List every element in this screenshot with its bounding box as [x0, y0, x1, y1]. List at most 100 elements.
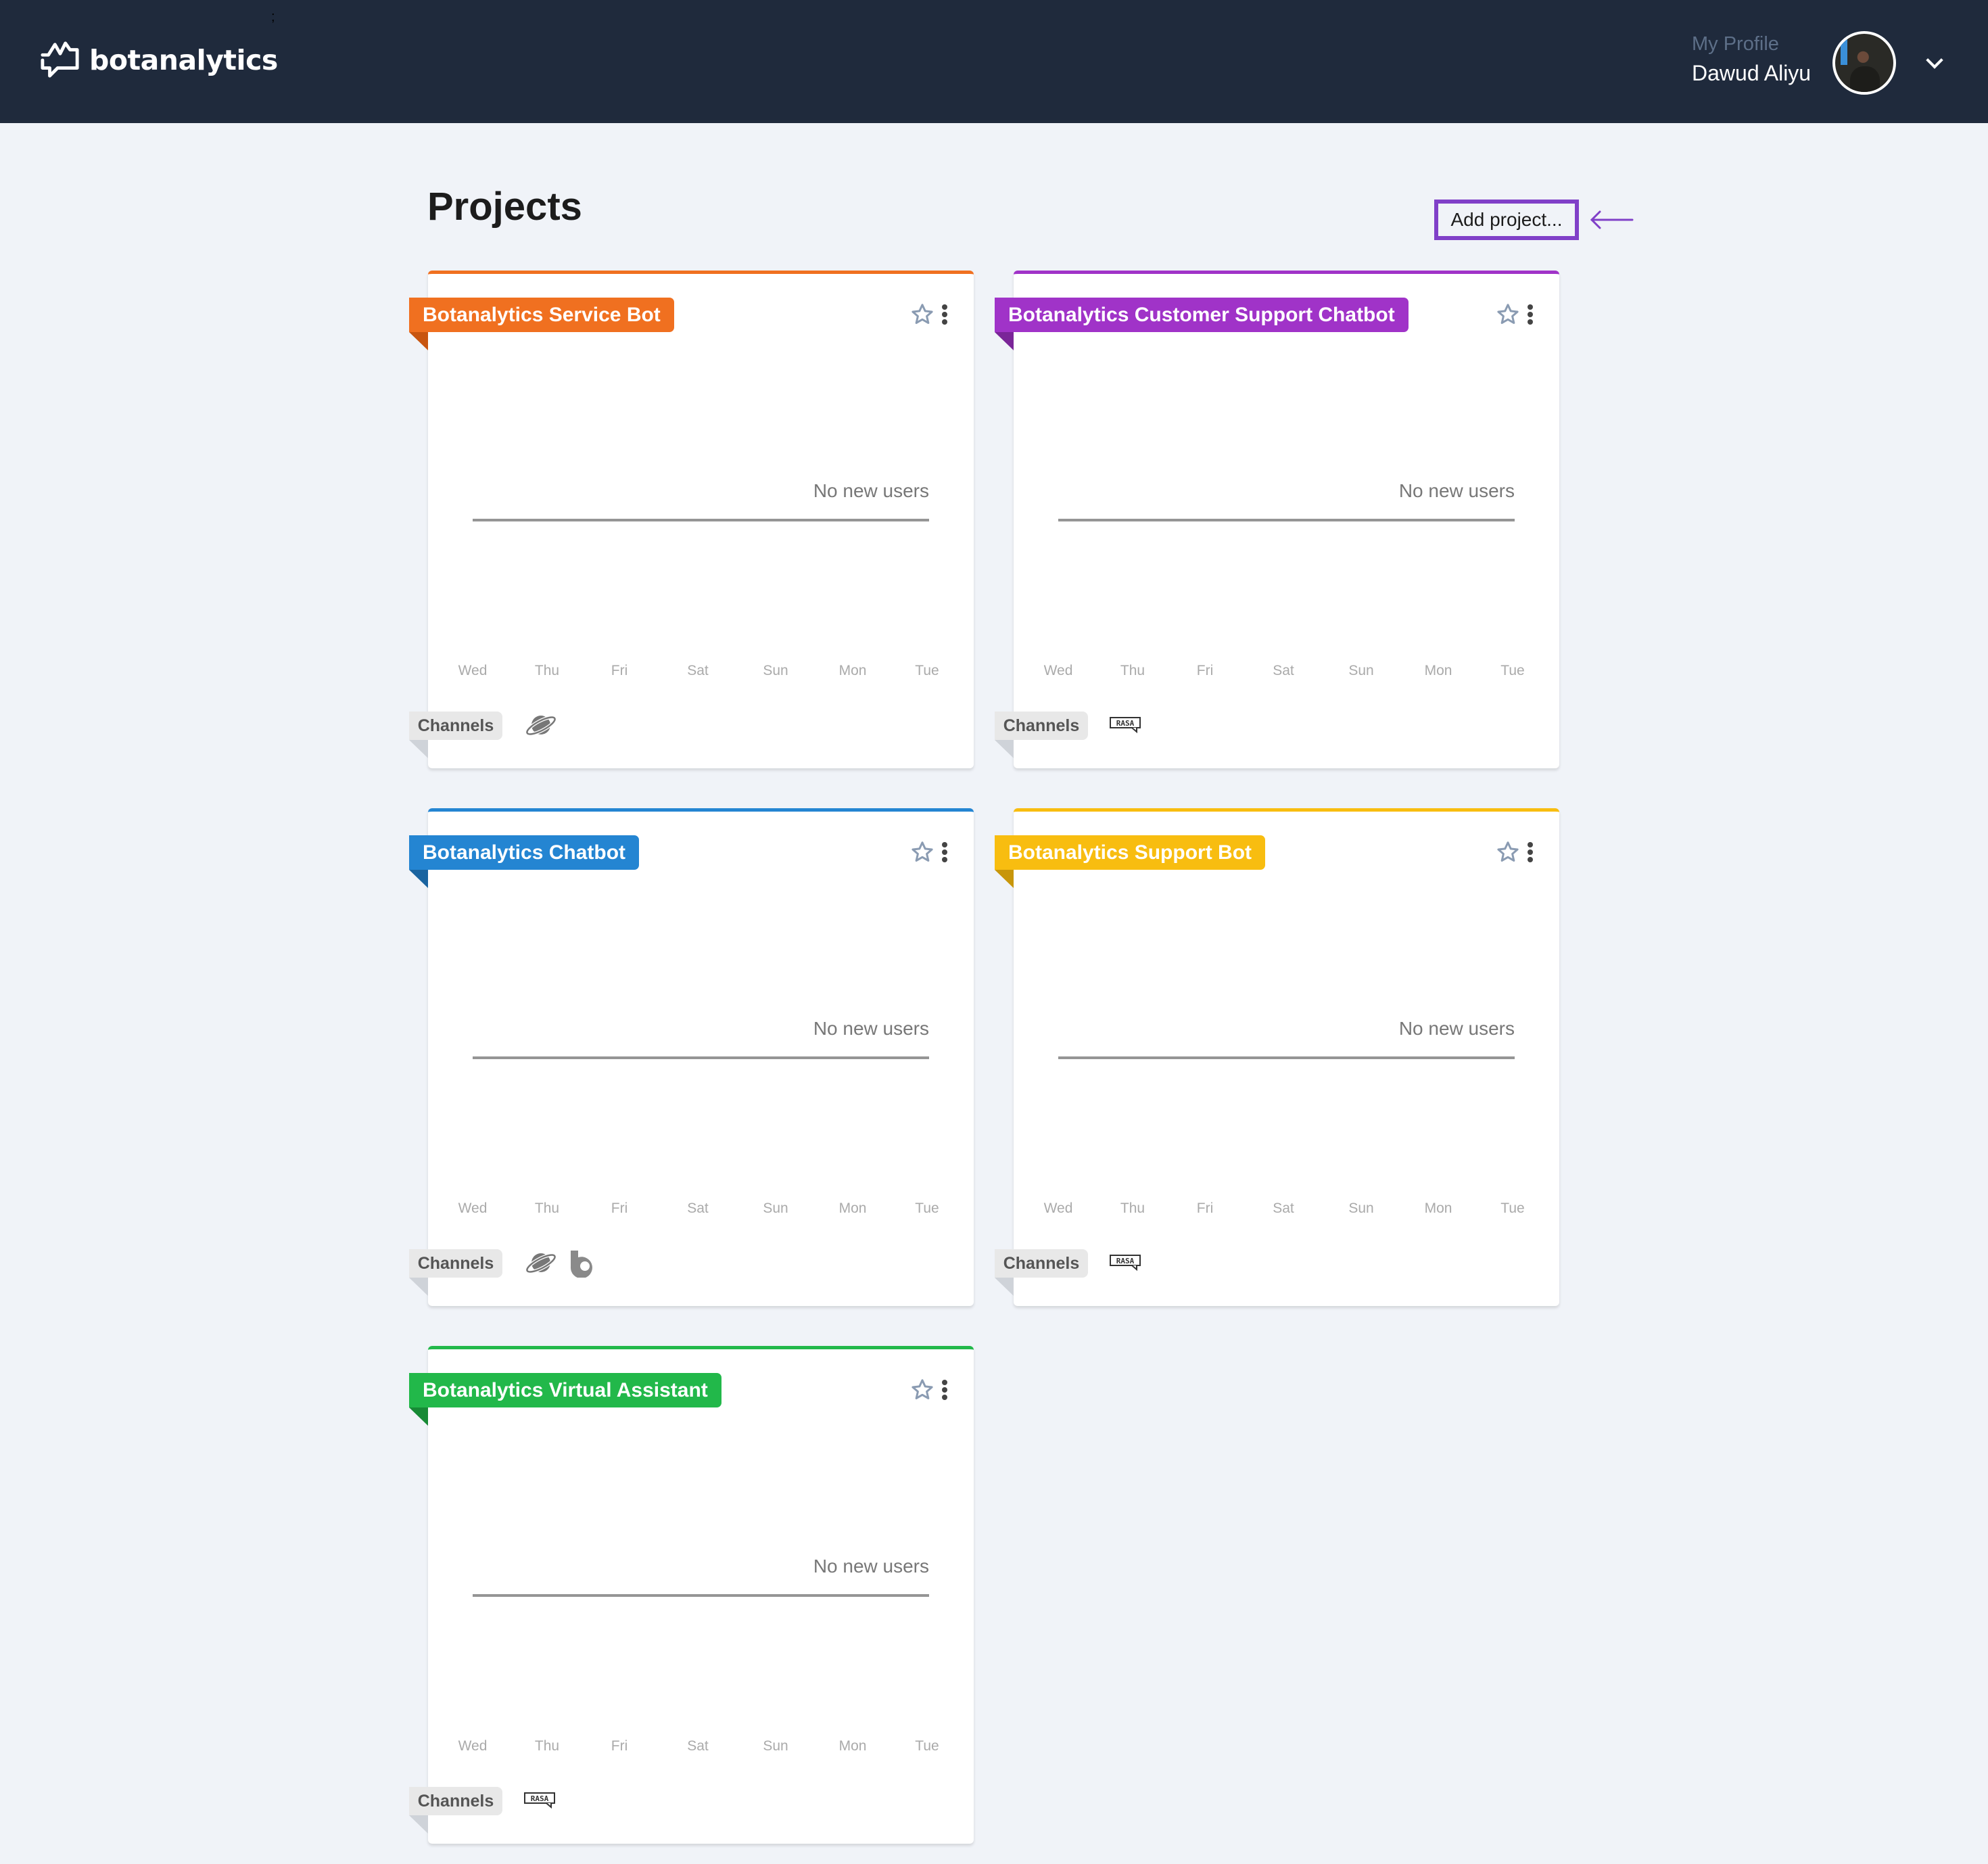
x-tick-label: Thu — [1120, 663, 1145, 678]
planet-icon — [524, 1249, 558, 1280]
project-card[interactable]: Botanalytics Virtual Assistant No new us… — [409, 1346, 974, 1844]
add-project-button[interactable]: Add project... — [1434, 200, 1579, 240]
ribbon-fold — [995, 870, 1014, 888]
rasa-icon: RASA — [1110, 716, 1141, 737]
x-tick-label: Sat — [687, 663, 709, 678]
channels-label: Channels — [995, 712, 1088, 740]
x-tick-label: Mon — [1424, 1201, 1452, 1216]
empty-chart-message: No new users — [813, 1556, 929, 1577]
project-card[interactable]: Botanalytics Service Bot No new users We… — [409, 271, 974, 768]
chart-x-axis: Wed Thu Fri Sat Sun Mon Tue — [1014, 663, 1559, 683]
project-card[interactable]: Botanalytics Customer Support Chatbot No… — [995, 271, 1559, 768]
x-tick-label: Wed — [458, 1738, 488, 1754]
project-title[interactable]: Botanalytics Chatbot — [409, 835, 640, 870]
x-tick-label: Mon — [838, 1201, 867, 1216]
x-tick-label: Sat — [687, 1738, 709, 1754]
ribbon-fold — [409, 1407, 428, 1426]
star-icon[interactable] — [1496, 302, 1520, 327]
x-tick-label: Fri — [611, 663, 628, 678]
star-icon[interactable] — [1496, 840, 1520, 864]
svg-text:RASA: RASA — [1116, 719, 1135, 728]
x-tick-label: Sun — [1348, 1201, 1374, 1216]
x-tick-label: Sun — [763, 663, 788, 678]
top-nav-bar: botanalytics ; My Profile Dawud Aliyu — [0, 0, 1988, 123]
x-tick-label: Sat — [687, 1201, 709, 1216]
star-icon[interactable] — [910, 1378, 934, 1402]
x-tick-label: Sun — [763, 1201, 788, 1216]
ribbon-fold — [409, 332, 428, 350]
brand-logo[interactable]: botanalytics — [41, 39, 278, 81]
profile-menu[interactable]: My Profile Dawud Aliyu — [1692, 32, 1811, 88]
x-tick-label: Fri — [611, 1201, 628, 1216]
x-tick-label: Wed — [1043, 1201, 1073, 1216]
channel-icons: RASA — [1110, 712, 1141, 741]
chart-x-axis: Wed Thu Fri Sat Sun Mon Tue — [428, 663, 974, 683]
project-title[interactable]: Botanalytics Virtual Assistant — [409, 1373, 721, 1407]
x-tick-label: Wed — [458, 1201, 488, 1216]
empty-chart-message: No new users — [813, 480, 929, 501]
planet-icon — [524, 712, 558, 742]
project-card[interactable]: Botanalytics Support Bot No new users We… — [995, 808, 1559, 1306]
channels-fold — [995, 740, 1014, 758]
more-options-icon[interactable] — [941, 304, 948, 325]
project-title[interactable]: Botanalytics Service Bot — [409, 298, 674, 332]
x-tick-label: Thu — [534, 663, 560, 678]
user-avatar[interactable] — [1832, 31, 1896, 95]
x-tick-label: Thu — [534, 1201, 560, 1216]
annotation-arrow-icon — [1590, 210, 1634, 229]
empty-chart-message: No new users — [1398, 1018, 1515, 1039]
star-icon[interactable] — [910, 302, 934, 327]
chart-flat-line — [1058, 519, 1515, 521]
x-tick-label: Thu — [1120, 1201, 1145, 1216]
x-tick-label: Wed — [458, 663, 488, 678]
x-tick-label: Sun — [763, 1738, 788, 1754]
svg-text:RASA: RASA — [1116, 1257, 1135, 1265]
project-title[interactable]: Botanalytics Customer Support Chatbot — [995, 298, 1409, 332]
channels-label: Channels — [409, 1249, 502, 1278]
x-tick-label: Sat — [1273, 1201, 1294, 1216]
channels-label: Channels — [409, 1787, 502, 1815]
more-options-icon[interactable] — [1527, 842, 1534, 862]
channels-fold — [409, 1278, 428, 1296]
stray-mark: ; — [271, 9, 275, 24]
x-tick-label: Tue — [1500, 1201, 1525, 1216]
bixby-icon — [567, 1248, 597, 1281]
empty-chart-message: No new users — [813, 1018, 929, 1039]
empty-chart-message: No new users — [1398, 480, 1515, 501]
x-tick-label: Fri — [611, 1738, 628, 1754]
channel-icons — [524, 1250, 597, 1278]
x-tick-label: Fri — [1196, 663, 1214, 678]
more-options-icon[interactable] — [941, 842, 948, 862]
chart-flat-line — [473, 1056, 929, 1059]
more-options-icon[interactable] — [1527, 304, 1534, 325]
chart-x-axis: Wed Thu Fri Sat Sun Mon Tue — [428, 1738, 974, 1758]
x-tick-label: Tue — [915, 1738, 939, 1754]
channel-icons: RASA — [1110, 1250, 1141, 1278]
x-tick-label: Tue — [915, 1201, 939, 1216]
ribbon-fold — [995, 332, 1014, 350]
x-tick-label: Fri — [1196, 1201, 1214, 1216]
project-card[interactable]: Botanalytics Chatbot No new users Wed Thu… — [409, 808, 974, 1306]
channels-fold — [409, 1815, 428, 1834]
star-icon[interactable] — [910, 840, 934, 864]
chart-x-axis: Wed Thu Fri Sat Sun Mon Tue — [428, 1201, 974, 1221]
profile-name: Dawud Aliyu — [1692, 61, 1812, 85]
chart-flat-line — [473, 1594, 929, 1597]
channels-fold — [409, 740, 428, 758]
chart-flat-line — [1058, 1056, 1515, 1059]
x-tick-label: Mon — [1424, 663, 1452, 678]
rasa-icon: RASA — [1110, 1254, 1141, 1274]
x-tick-label: Mon — [838, 663, 867, 678]
rasa-icon: RASA — [524, 1792, 555, 1812]
profile-label: My Profile — [1692, 33, 1779, 55]
project-title[interactable]: Botanalytics Support Bot — [995, 835, 1266, 870]
brand-name: botanalytics — [89, 44, 278, 76]
channels-label: Channels — [995, 1249, 1088, 1278]
more-options-icon[interactable] — [941, 1380, 948, 1400]
channel-icons — [524, 712, 558, 741]
chevron-down-icon[interactable] — [1926, 51, 1943, 69]
x-tick-label: Sun — [1348, 663, 1374, 678]
x-tick-label: Tue — [1500, 663, 1525, 678]
x-tick-label: Thu — [534, 1738, 560, 1754]
x-tick-label: Sat — [1273, 663, 1294, 678]
